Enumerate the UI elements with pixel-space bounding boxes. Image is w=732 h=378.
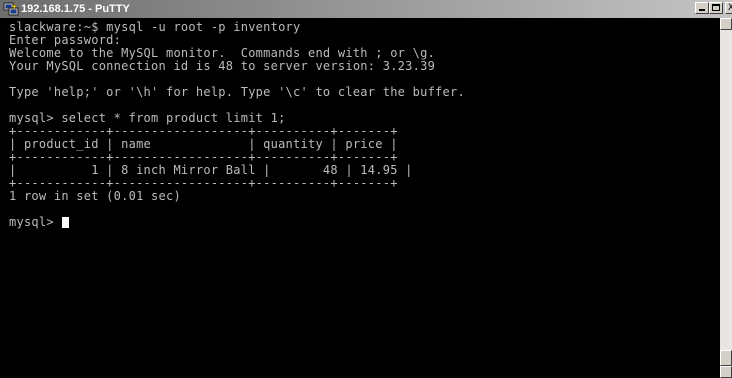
scroll-thumb[interactable]: [720, 350, 732, 366]
terminal-screen[interactable]: slackware:~$ mysql -u root -p inventory …: [0, 18, 720, 378]
vertical-scrollbar[interactable]: [720, 18, 732, 378]
mysql-prompt: mysql>: [9, 215, 62, 229]
scroll-down-button[interactable]: [720, 366, 732, 378]
window-title: 192.168.1.75 - PuTTY: [21, 3, 130, 15]
minimize-button[interactable]: [695, 2, 709, 14]
minimize-icon: [699, 9, 705, 11]
title-bar[interactable]: 192.168.1.75 - PuTTY X: [0, 0, 732, 18]
maximize-button[interactable]: [709, 2, 723, 14]
putty-window: 192.168.1.75 - PuTTY X slackware:~$ mysq…: [0, 0, 732, 378]
close-button[interactable]: X: [725, 2, 732, 14]
terminal-line: 1 row in set (0.01 sec): [9, 189, 181, 203]
maximize-icon: [712, 4, 720, 11]
text-cursor: [62, 217, 70, 228]
prompt-line[interactable]: mysql>: [9, 216, 720, 229]
scroll-up-button[interactable]: [720, 18, 732, 30]
putty-icon[interactable]: [3, 1, 19, 17]
terminal-line: Your MySQL connection id is 48 to server…: [9, 59, 436, 73]
terminal-line: Type 'help;' or '\h' for help. Type '\c'…: [9, 85, 465, 99]
close-icon: X: [728, 3, 732, 13]
